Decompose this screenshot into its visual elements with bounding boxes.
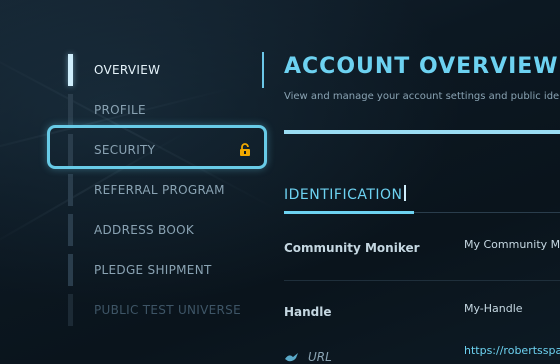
sidebar-item-label: REFERRAL PROGRAM bbox=[94, 183, 225, 197]
sidebar-divider bbox=[262, 52, 264, 88]
field-value-url[interactable]: https://robertsspa bbox=[464, 344, 560, 357]
focus-ring bbox=[47, 125, 267, 169]
sidebar-item-pledge-shipment[interactable]: PLEDGE SHIPMENT bbox=[68, 250, 268, 290]
bird-icon bbox=[285, 353, 298, 362]
sidebar-item-public-test-universe: PUBLIC TEST UNIVERSE bbox=[68, 290, 268, 330]
nav-rail bbox=[68, 54, 73, 86]
nav-rail bbox=[68, 254, 73, 286]
main-content: ACCOUNT OVERVIEW View and manage your ac… bbox=[284, 50, 560, 364]
section-underline bbox=[284, 211, 414, 214]
row-divider bbox=[284, 280, 560, 281]
nav-rail bbox=[68, 214, 73, 246]
nav-rail bbox=[68, 294, 73, 326]
sidebar-item-label: ADDRESS BOOK bbox=[94, 223, 195, 237]
sidebar-item-profile[interactable]: PROFILE bbox=[68, 90, 268, 130]
sidebar-item-label: OVERVIEW bbox=[94, 63, 161, 77]
field-value-community-moniker[interactable]: My Community Mo bbox=[464, 238, 560, 251]
sidebar-item-label: PLEDGE SHIPMENT bbox=[94, 263, 212, 277]
nav-rail bbox=[68, 94, 73, 126]
field-value-handle[interactable]: My-Handle bbox=[464, 302, 523, 315]
page-subtitle: View and manage your account settings an… bbox=[284, 91, 560, 102]
section-title: IDENTIFICATION bbox=[284, 185, 406, 203]
url-label-text: URL bbox=[308, 350, 332, 364]
sidebar-item-referral-program[interactable]: REFERRAL PROGRAM bbox=[68, 170, 268, 210]
field-label-community-moniker: Community Moniker bbox=[284, 241, 420, 255]
page-title: ACCOUNT OVERVIEW bbox=[284, 54, 559, 79]
section-title-text: IDENTIFICATION bbox=[284, 187, 403, 203]
nav-rail bbox=[68, 174, 73, 206]
title-underline bbox=[284, 130, 560, 134]
sidebar-item-overview[interactable]: OVERVIEW bbox=[68, 50, 268, 90]
sidebar-nav: OVERVIEW PROFILE SECURITY REFERRAL PROGR… bbox=[68, 50, 268, 330]
sidebar-item-label: PROFILE bbox=[94, 103, 146, 117]
field-label-handle: Handle bbox=[284, 305, 332, 319]
sidebar-item-address-book[interactable]: ADDRESS BOOK bbox=[68, 210, 268, 250]
sidebar-item-label: PUBLIC TEST UNIVERSE bbox=[94, 303, 241, 317]
field-label-url: URL bbox=[284, 350, 332, 364]
text-cursor bbox=[403, 185, 406, 201]
